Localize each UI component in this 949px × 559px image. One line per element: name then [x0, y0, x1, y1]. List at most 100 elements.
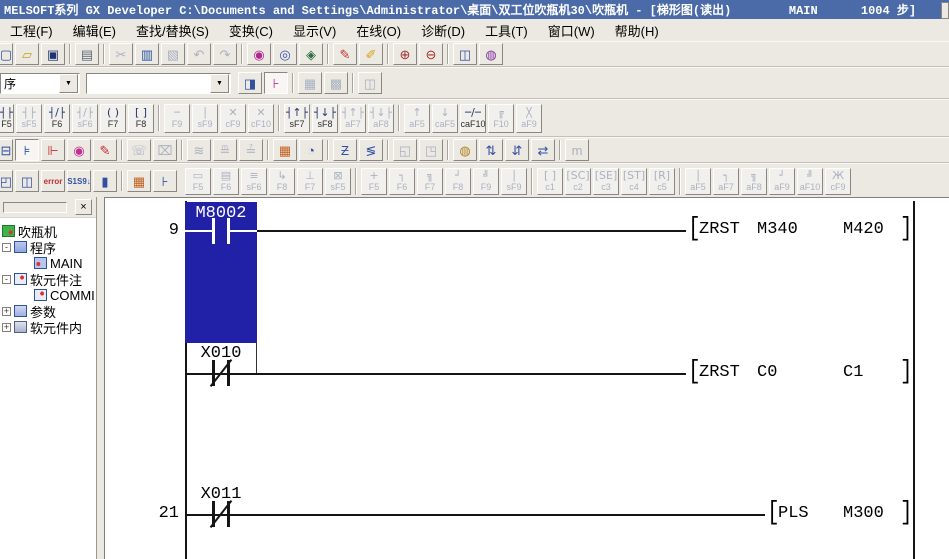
ladder-insert-icon[interactable]: ✐ [359, 43, 383, 65]
partial-run-icon[interactable]: ▮ [93, 170, 117, 192]
rising-pulse-button[interactable]: ┤↑├ sF7 [284, 104, 310, 133]
tree-expander-icon[interactable]: - [2, 275, 11, 284]
zoom-special-icon[interactable]: ◍ [479, 43, 503, 65]
horizontal-line-button[interactable]: ─ F9 [164, 104, 190, 133]
program-monitor-icon[interactable]: ▦ [273, 139, 297, 161]
ladder-editor[interactable]: 9 M8002 [ ZRST M340 M420 ] X010 [ ZRST C… [104, 197, 949, 559]
corner-tr-button[interactable]: ┐ F6 [389, 168, 415, 195]
coil-sc-button[interactable]: [SC] c2 [565, 168, 591, 195]
jump-arrow-button[interactable]: ↳ F8 [269, 168, 295, 195]
application-instruction-button[interactable]: [ ] F8 [128, 104, 154, 133]
coil-button[interactable]: ( ) F7 [100, 104, 126, 133]
instruction-pls[interactable]: [ PLS M300 ] [765, 503, 913, 525]
instruction-zrst-2[interactable]: [ ZRST C0 C1 ] [686, 362, 913, 384]
zoom-out-icon[interactable]: ⊖ [419, 43, 443, 65]
logic-box-button[interactable]: ▭ F5 [185, 168, 211, 195]
open-folder-icon[interactable]: ▱ [15, 43, 39, 65]
parallel-close-contact-button[interactable]: ┤/├ sF6 [72, 104, 98, 133]
device-test-icon[interactable]: ≋ [187, 139, 211, 161]
copy-icon[interactable]: ▥ [135, 43, 159, 65]
project-find-icon[interactable]: ◨ [238, 72, 262, 94]
statement-display-icon[interactable]: ⇅ [479, 139, 503, 161]
menu-help[interactable]: 帮助(H) [605, 19, 669, 42]
invert-operation-button[interactable]: ─/─ caF10 [460, 104, 486, 133]
status-latch-icon[interactable]: ≶ [359, 139, 383, 161]
zoom-in-icon[interactable]: ⊕ [393, 43, 417, 65]
lcorner2-button[interactable]: ╝ aF10 [797, 168, 823, 195]
box-x-button[interactable]: ⊠ sF5 [325, 168, 351, 195]
note-display-icon[interactable]: ⇵ [505, 139, 529, 161]
logic-rows-button[interactable]: ≡ sF6 [241, 168, 267, 195]
falling-pulse-op-button[interactable]: ↓ caF5 [432, 104, 458, 133]
coil-st-button[interactable]: [ST] c4 [621, 168, 647, 195]
find-combo[interactable]: ▼ [86, 73, 231, 94]
coil-r-button[interactable]: [R] c5 [649, 168, 675, 195]
step-run-icon[interactable]: S1S9↓ [67, 170, 91, 192]
buffer-memory-icon[interactable]: ≟ [239, 139, 263, 161]
menu-find-replace[interactable]: 查找/替换(S) [126, 19, 219, 42]
save-icon[interactable]: ▣ [41, 43, 65, 65]
menu-tools[interactable]: 工具(T) [475, 19, 538, 42]
device-find-icon[interactable]: ◉ [67, 139, 91, 161]
menu-diagnostics[interactable]: 诊断(D) [411, 19, 475, 42]
parallel-rising-pulse-button[interactable]: ┤↑├ aF7 [340, 104, 366, 133]
corner-br-button[interactable]: ┘ F8 [445, 168, 471, 195]
falling-pulse-button[interactable]: ┤↓├ sF8 [312, 104, 338, 133]
param-check-icon[interactable]: ▦ [298, 72, 322, 94]
delete-vertical-line-button[interactable]: ✕ cF10 [248, 104, 274, 133]
panel-splitter[interactable] [97, 197, 104, 559]
verify-icon[interactable]: ▩ [324, 72, 348, 94]
window-cascade-icon[interactable]: ◳ [419, 139, 443, 161]
open-contact-button[interactable]: ┤├ F5 [0, 104, 14, 133]
monitor-start-icon[interactable]: ☏ [127, 139, 151, 161]
vertical-line-button[interactable]: │ sF9 [192, 104, 218, 133]
hcorner-button[interactable]: ┐ aF7 [713, 168, 739, 195]
window-arrange-icon[interactable]: ◰ [0, 170, 13, 192]
menu-view[interactable]: 显示(V) [283, 19, 346, 42]
rising-pulse-op-button[interactable]: ↑ aF5 [404, 104, 430, 133]
comment-display-icon[interactable]: ◍ [453, 139, 477, 161]
coil-se-button[interactable]: [SE] c3 [593, 168, 619, 195]
instruction-zrst-1[interactable]: [ ZRST M340 M420 ] [686, 219, 913, 241]
find-string-icon[interactable]: ◈ [299, 43, 323, 65]
monitor-stop-icon[interactable]: ⌧ [153, 139, 177, 161]
sidebar-item-device-memory[interactable]: + 软元件内 [0, 319, 96, 335]
ground-button[interactable]: ⊥ F7 [297, 168, 323, 195]
tree-expander-icon[interactable]: + [2, 307, 11, 316]
new-icon[interactable]: ▢ [0, 43, 13, 65]
copy-windows-icon[interactable]: ◫ [15, 170, 39, 192]
sidebar-item-program[interactable]: - 程序 [0, 239, 96, 255]
tree-expander-icon[interactable]: + [2, 323, 11, 332]
project-tree-toggle-icon[interactable]: ⊦ [264, 72, 288, 94]
undo-icon[interactable]: ↶ [187, 43, 211, 65]
sampling-trace-icon[interactable]: Ƶ [333, 139, 357, 161]
line-erase-button[interactable]: ╳ aF9 [516, 104, 542, 133]
print-icon[interactable]: ▤ [75, 43, 99, 65]
ladder-mode-icon[interactable]: ⊟ [0, 139, 13, 161]
chevron-down-icon[interactable]: ▼ [210, 74, 229, 93]
close-icon[interactable]: × [75, 199, 92, 215]
title-bar[interactable]: MELSOFT系列 GX Developer C:\Documents and … [0, 0, 949, 19]
lcorner-button[interactable]: ┘ aF9 [769, 168, 795, 195]
tree-display-icon[interactable]: ⊧ [15, 139, 39, 161]
device-edit-icon[interactable]: ✎ [93, 139, 117, 161]
line-draw-button[interactable]: ╔ F10 [488, 104, 514, 133]
parallel-open-contact-button[interactable]: ┤├ sF5 [16, 104, 42, 133]
hcorner2-button[interactable]: ╗ aF8 [741, 168, 767, 195]
menu-edit[interactable]: 编辑(E) [63, 19, 126, 42]
tree-edit-icon[interactable]: ⊩ [41, 139, 65, 161]
menu-window[interactable]: 窗口(W) [538, 19, 605, 42]
sort-icon[interactable]: ⊦ [153, 170, 177, 192]
program-select[interactable]: 序 ▼ [0, 73, 80, 94]
coil-blank-button[interactable]: [ ] c1 [537, 168, 563, 195]
program-check-icon[interactable]: ▦ [127, 170, 151, 192]
menu-project[interactable]: 工程(F) [0, 19, 63, 42]
redo-icon[interactable]: ↷ [213, 43, 237, 65]
menu-online[interactable]: 在线(O) [346, 19, 411, 42]
corner-br2-button[interactable]: ╝ F9 [473, 168, 499, 195]
vline2-button[interactable]: │ aF5 [685, 168, 711, 195]
chevron-down-icon[interactable]: ▼ [59, 74, 78, 93]
close-contact-button[interactable]: ┤/├ F6 [44, 104, 70, 133]
find-device-icon[interactable]: ◎ [273, 43, 297, 65]
alias-display-icon[interactable]: ⇄ [531, 139, 555, 161]
